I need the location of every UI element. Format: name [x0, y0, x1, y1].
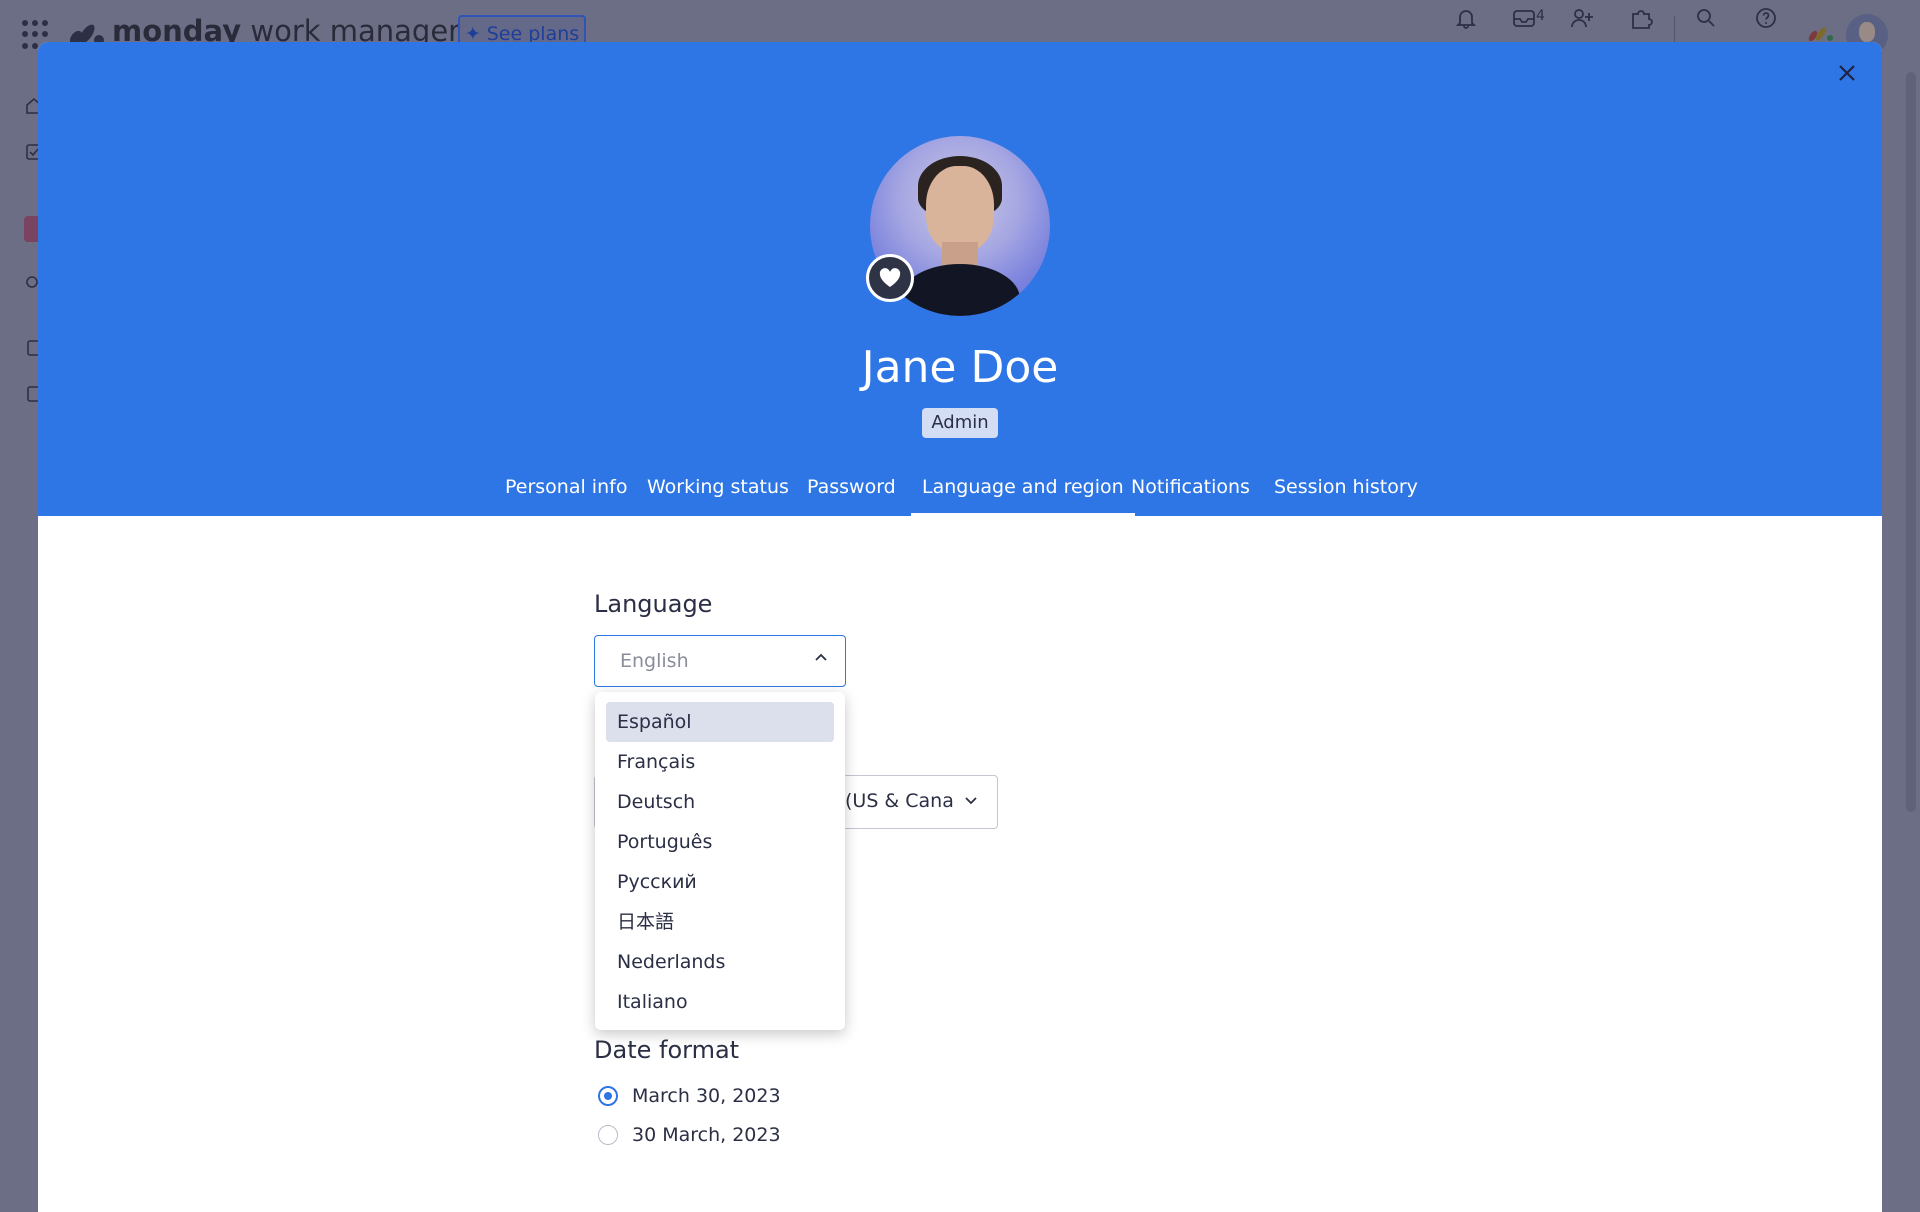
chevron-up-icon [813, 650, 831, 668]
inbox-count-badge: 4 [1536, 8, 1545, 24]
close-icon[interactable] [1832, 58, 1862, 88]
language-select[interactable]: English [594, 635, 846, 687]
language-dropdown-menu: Español Français Deutsch Português Русск… [595, 692, 845, 1030]
date-format-heading: Date format [594, 1036, 740, 1064]
language-option-nederlands[interactable]: Nederlands [606, 942, 834, 982]
tab-password[interactable]: Password [807, 472, 896, 516]
timezone-select-value: (US & Canac [845, 790, 955, 812]
language-option-deutsch[interactable]: Deutsch [606, 782, 834, 822]
search-icon[interactable] [1688, 0, 1724, 36]
tab-personal-info[interactable]: Personal info [505, 472, 627, 516]
radio-unselected-icon[interactable] [598, 1125, 618, 1145]
help-icon[interactable] [1748, 0, 1784, 36]
language-option-espanol[interactable]: Español [606, 702, 834, 742]
profile-modal: Jane Doe Admin Personal info Working sta… [38, 42, 1882, 1212]
language-option-russian[interactable]: Русский [606, 862, 834, 902]
date-format-option-intl[interactable]: 30 March, 2023 [598, 1120, 781, 1150]
language-heading: Language [594, 590, 713, 618]
language-option-italiano[interactable]: Italiano [606, 982, 834, 1022]
radio-selected-icon[interactable] [598, 1086, 618, 1106]
tab-notifications[interactable]: Notifications [1131, 472, 1250, 516]
invite-user-icon[interactable] [1564, 0, 1600, 36]
heart-icon[interactable] [866, 254, 914, 302]
date-format-option-label: 30 March, 2023 [632, 1124, 781, 1146]
apps-puzzle-icon[interactable] [1623, 0, 1659, 36]
date-format-option-us[interactable]: March 30, 2023 [598, 1081, 781, 1111]
monday-brand-icon [1808, 24, 1838, 44]
date-format-option-label: March 30, 2023 [632, 1085, 781, 1107]
role-badge: Admin [922, 408, 998, 438]
page-scrollbar[interactable] [1902, 68, 1920, 1200]
language-option-francais[interactable]: Français [606, 742, 834, 782]
chevron-down-icon [963, 792, 979, 812]
tab-language-and-region[interactable]: Language and region [911, 472, 1135, 516]
tab-session-history[interactable]: Session history [1274, 472, 1418, 516]
user-name: Jane Doe [861, 342, 1059, 393]
language-select-value: English [620, 650, 689, 672]
profile-tabs: Personal info Working status Password La… [38, 472, 1882, 516]
profile-header: Jane Doe Admin Personal info Working sta… [38, 42, 1882, 516]
bell-icon[interactable] [1448, 0, 1484, 36]
language-option-japanese[interactable]: 日本語 [606, 902, 834, 942]
tab-working-status[interactable]: Working status [647, 472, 789, 516]
left-sidebar [0, 68, 44, 1200]
language-option-portugues[interactable]: Português [606, 822, 834, 862]
